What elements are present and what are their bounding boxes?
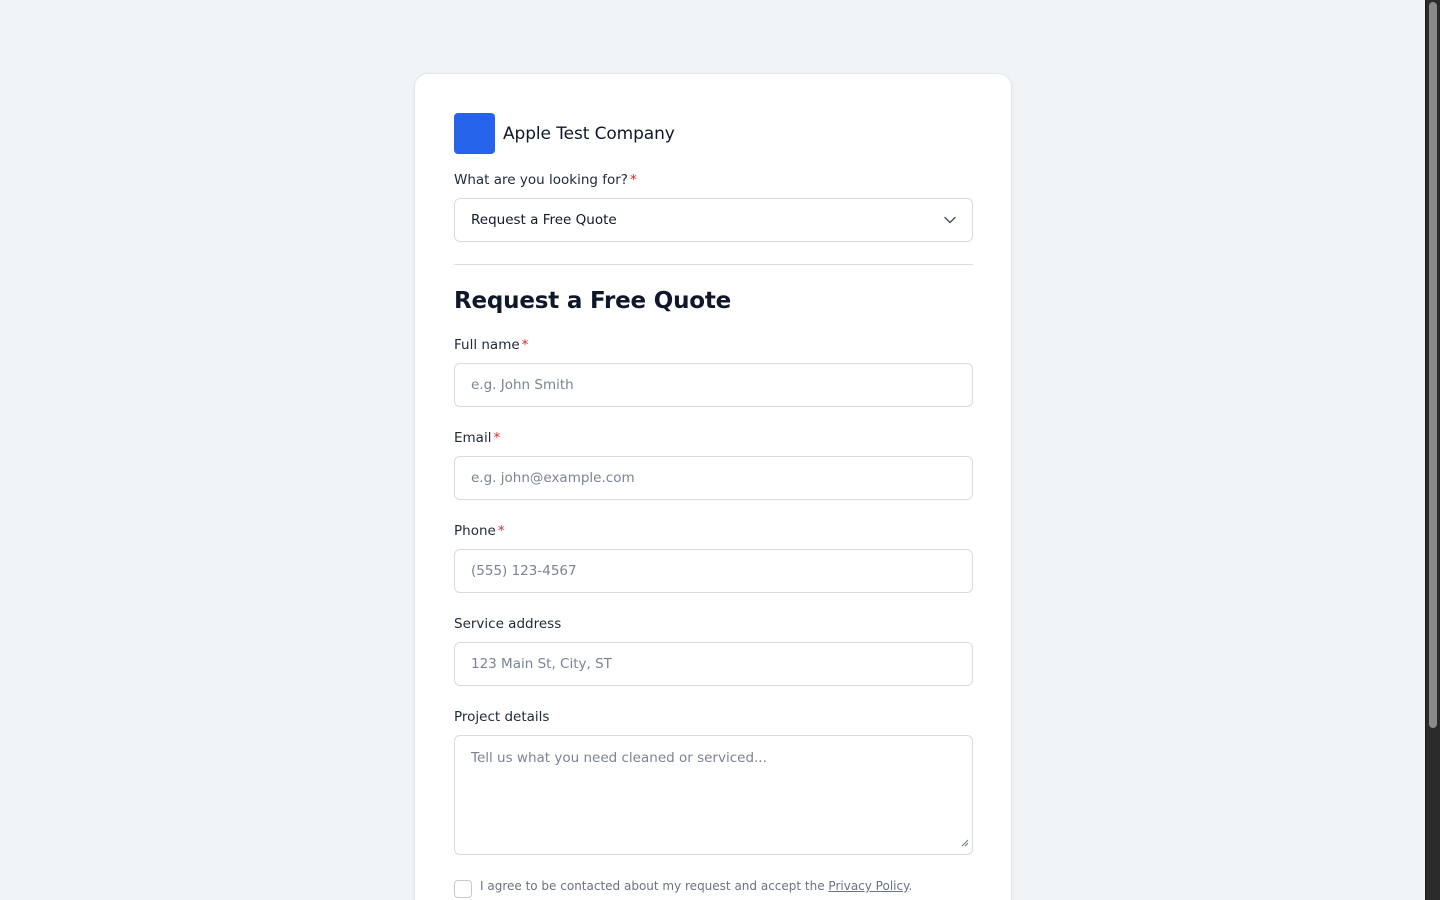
address-placeholder: 123 Main St, City, ST	[471, 656, 612, 672]
required-asterisk: *	[493, 430, 501, 446]
full-name-input[interactable]: e.g. John Smith	[454, 363, 973, 407]
phone-input[interactable]: (555) 123-4567	[454, 549, 973, 593]
looking-for-label-text: What are you looking for?	[454, 172, 628, 188]
consent-suffix: .	[908, 879, 913, 893]
email-placeholder: e.g. john@example.com	[471, 470, 635, 486]
section-divider	[454, 264, 973, 265]
looking-for-selected-value: Request a Free Quote	[471, 212, 617, 228]
privacy-policy-link[interactable]: Privacy Policy	[828, 879, 908, 893]
quote-form-card: Apple Test Company What are you looking …	[414, 73, 1012, 900]
consent-checkbox[interactable]	[454, 880, 472, 898]
company-logo	[454, 113, 495, 154]
project-details-label: Project details	[454, 709, 549, 725]
full-name-placeholder: e.g. John Smith	[471, 377, 574, 393]
address-label-text: Service address	[454, 616, 562, 632]
address-input[interactable]: 123 Main St, City, ST	[454, 642, 973, 686]
section-title: Request a Free Quote	[454, 288, 732, 314]
scrollbar-thumb[interactable]	[1429, 2, 1437, 728]
chevron-down-icon	[944, 214, 956, 226]
email-label: Email *	[454, 430, 500, 446]
full-name-label: Full name *	[454, 337, 528, 353]
looking-for-label: What are you looking for? *	[454, 172, 637, 188]
looking-for-select[interactable]: Request a Free Quote	[454, 198, 973, 242]
phone-placeholder: (555) 123-4567	[471, 563, 577, 579]
brand-header: Apple Test Company	[454, 113, 675, 154]
resize-grip-icon[interactable]	[961, 835, 969, 851]
project-details-label-text: Project details	[454, 709, 550, 725]
required-asterisk: *	[629, 172, 637, 188]
project-details-placeholder: Tell us what you need cleaned or service…	[471, 750, 767, 766]
phone-label: Phone *	[454, 523, 505, 539]
required-asterisk: *	[497, 523, 505, 539]
email-input[interactable]: e.g. john@example.com	[454, 456, 973, 500]
phone-label-text: Phone	[454, 523, 496, 539]
page-scrollbar[interactable]	[1425, 0, 1440, 900]
required-asterisk: *	[521, 337, 529, 353]
address-label: Service address	[454, 616, 561, 632]
project-details-textarea[interactable]: Tell us what you need cleaned or service…	[454, 735, 973, 855]
consent-text: I agree to be contacted about my request…	[480, 879, 912, 893]
email-label-text: Email	[454, 430, 492, 446]
full-name-label-text: Full name	[454, 337, 520, 353]
consent-row: I agree to be contacted about my request…	[454, 879, 912, 898]
company-name: Apple Test Company	[503, 123, 675, 144]
consent-text-body: I agree to be contacted about my request…	[480, 879, 829, 893]
